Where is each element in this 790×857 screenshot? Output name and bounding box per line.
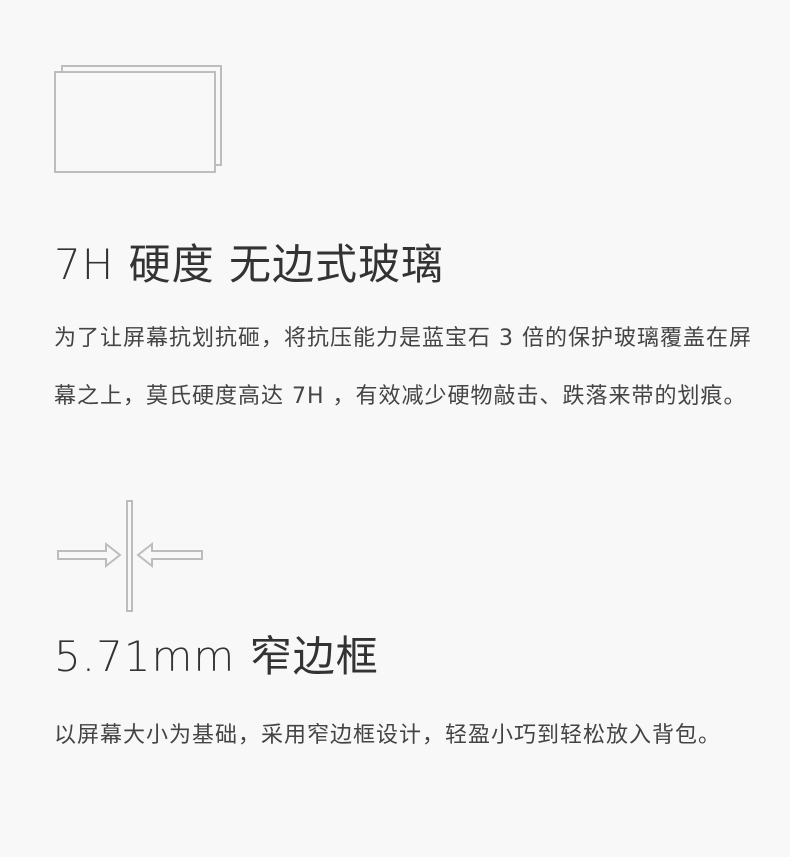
glass-layers-icon xyxy=(54,65,222,173)
narrow-bezel-icon xyxy=(57,500,203,612)
section-title-bezel: 5.71mm 窄边框 xyxy=(54,632,379,681)
section-description-bezel: 以屏幕大小为基础，采用窄边框设计，轻盈小巧到轻松放入背包。 xyxy=(54,723,722,748)
section-description-glass: 为了让屏幕抗划抗砸，将抗压能力是蓝宝石 3 倍的保护玻璃覆盖在屏幕之上，莫氏硬度… xyxy=(54,326,752,409)
section-title-glass: 7H 硬度 无边式玻璃 xyxy=(54,240,445,289)
